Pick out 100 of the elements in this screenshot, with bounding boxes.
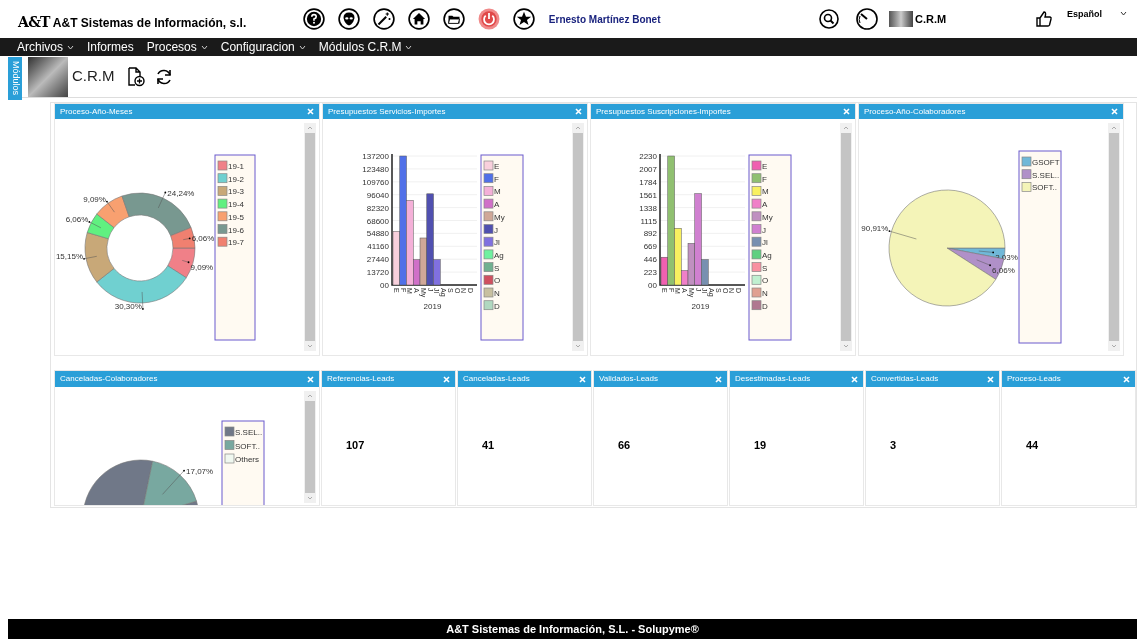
y-tick-label: 00 <box>380 281 389 290</box>
legend-label: S <box>494 263 500 273</box>
leader-line <box>88 221 102 229</box>
legend-label: M <box>762 187 769 197</box>
legend-label: F <box>494 174 499 184</box>
photo-placeholder <box>889 11 913 27</box>
legend-label: 19-1 <box>228 162 244 171</box>
data-label: 9,09% <box>190 263 214 273</box>
legend-label: S <box>762 263 768 273</box>
close-icon[interactable] <box>307 375 314 383</box>
legend-label: F <box>762 174 767 184</box>
panel-title: Convertidas-Leads <box>871 373 939 385</box>
y-tick-label: 13720 <box>366 268 389 278</box>
data-label: 90,91% <box>861 224 889 234</box>
y-tick-label: 2230 <box>639 152 657 161</box>
legend-label: My <box>494 212 505 222</box>
close-icon[interactable] <box>307 108 314 115</box>
gauge-icon[interactable] <box>855 8 879 30</box>
y-tick-label: 41160 <box>367 242 389 252</box>
close-icon[interactable] <box>1123 375 1130 383</box>
scrollbar[interactable] <box>572 123 584 351</box>
scrollbar[interactable] <box>304 391 316 503</box>
counter-value: 3 <box>890 438 897 453</box>
folder-icon[interactable] <box>442 8 465 30</box>
legend-label: 19-7 <box>228 238 244 248</box>
module-label[interactable]: C.R.M <box>915 10 1035 28</box>
panel-title: Validados-Leads <box>599 373 658 385</box>
data-label: 9,09% <box>83 194 106 204</box>
legend-label: 19-2 <box>228 174 244 184</box>
refresh-icon[interactable] <box>154 67 173 86</box>
y-tick-label: 96040 <box>366 190 389 200</box>
scrollbar[interactable] <box>1108 123 1120 351</box>
leader-line <box>181 260 190 264</box>
legend-label: E <box>762 162 768 171</box>
legend-label: J <box>762 225 766 235</box>
legend-label: N <box>762 289 768 298</box>
legend-label: SOFT.. <box>1032 183 1057 193</box>
close-icon[interactable] <box>443 375 450 383</box>
menu-item[interactable]: Módulos C.R.M <box>318 41 413 53</box>
y-tick-label: 27440 <box>366 255 389 265</box>
legend-label: 19-5 <box>228 212 244 222</box>
close-icon[interactable] <box>843 108 850 115</box>
y-tick-label: 446 <box>643 255 657 265</box>
close-icon[interactable] <box>575 108 582 115</box>
caret-icon <box>1120 11 1127 16</box>
leader-line <box>182 237 191 240</box>
magic-wand-icon[interactable] <box>372 8 395 30</box>
menu-item[interactable]: Configuracion <box>220 41 306 53</box>
panel-title: Presupuestos Servicios-Importes <box>328 105 446 118</box>
photo-placeholder <box>28 56 68 97</box>
close-icon[interactable] <box>987 375 994 383</box>
menu-item[interactable]: Procesos <box>146 41 208 53</box>
legend-label: Jl <box>762 238 768 248</box>
legend-label: SOFT.. <box>235 441 260 451</box>
scrollbar[interactable] <box>840 123 852 351</box>
legend-label: O <box>494 276 501 286</box>
data-label: 24,24% <box>167 188 195 198</box>
close-icon[interactable] <box>579 375 586 383</box>
menu-item[interactable]: Informes <box>87 41 134 53</box>
legend-label: S.SEL.. <box>1032 170 1060 180</box>
y-tick-label: 1561 <box>639 190 657 200</box>
help-icon[interactable] <box>302 8 325 30</box>
counter-value: 44 <box>1026 438 1039 453</box>
home-icon[interactable] <box>407 8 430 30</box>
legend-label: A <box>762 200 768 210</box>
y-tick-label: 1784 <box>639 177 657 187</box>
close-icon[interactable] <box>851 375 858 383</box>
scrollbar[interactable] <box>304 123 316 351</box>
y-tick-label: 00 <box>648 281 657 290</box>
search-icon[interactable] <box>819 9 839 29</box>
legend-label: My <box>762 212 773 222</box>
close-icon[interactable] <box>715 375 722 383</box>
user-name[interactable]: Ernesto Martínez Bonet <box>548 11 661 27</box>
y-tick-label: 137200 <box>362 152 389 161</box>
y-tick-label: 1338 <box>639 203 657 213</box>
thumbs-up-icon[interactable] <box>1035 10 1053 28</box>
close-icon[interactable] <box>1111 108 1118 115</box>
legend-label: Jl <box>494 238 500 248</box>
add-document-icon[interactable] <box>126 66 145 87</box>
panel-title: Canceladas-Colaboradores <box>60 373 158 385</box>
legend-label: S.SEL.. <box>235 428 263 437</box>
panel-title: Desestimadas-Leads <box>735 373 811 385</box>
leader-line <box>158 191 167 209</box>
counter-value: 66 <box>618 438 631 453</box>
power-icon[interactable] <box>477 8 500 30</box>
y-tick-label: 82320 <box>366 203 389 213</box>
data-label: 6,06% <box>65 214 89 224</box>
y-tick-label: 123480 <box>362 164 389 174</box>
leader-line <box>106 200 115 213</box>
alien-icon[interactable] <box>337 8 360 30</box>
y-tick-label: 223 <box>643 268 657 278</box>
legend-label: O <box>762 276 769 286</box>
y-tick-label: 2007 <box>639 164 657 174</box>
leader-line <box>978 250 995 254</box>
leader-line <box>162 469 185 495</box>
leader-line <box>141 291 144 310</box>
menu-item[interactable]: Archivos <box>17 41 74 53</box>
x-axis-title: 2019 <box>423 302 442 311</box>
legend-label: D <box>494 301 500 311</box>
legend-label: 19-3 <box>228 187 244 197</box>
